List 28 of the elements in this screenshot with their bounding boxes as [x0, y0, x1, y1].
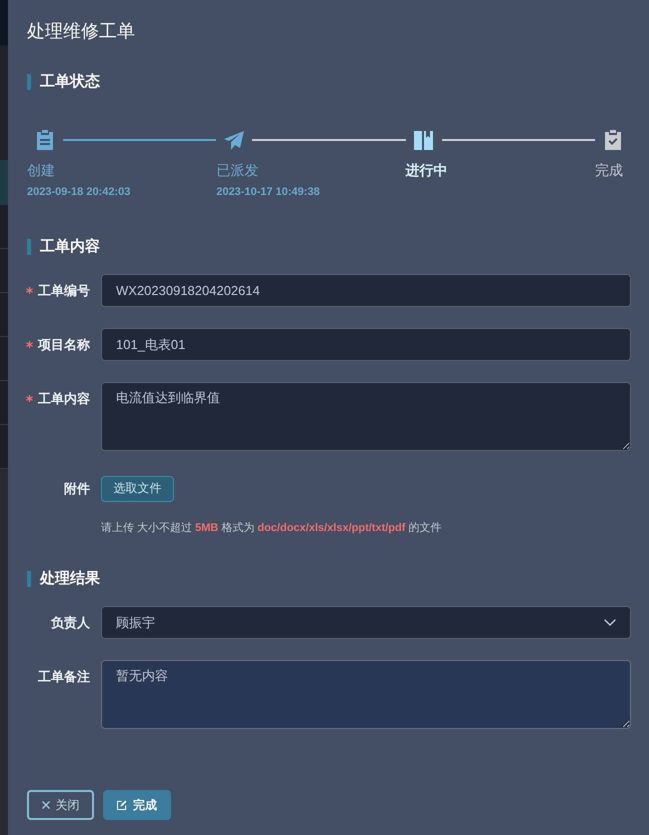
step-label: 进行中	[406, 161, 448, 180]
section-title: 工单内容	[27, 239, 100, 255]
field-label: 工单备注	[38, 668, 90, 684]
step-label: 创建	[27, 161, 55, 180]
field-label: 负责人	[51, 614, 90, 630]
textarea-field[interactable]: 电流值达到临界值	[101, 382, 631, 451]
field-label: 附件	[64, 480, 90, 496]
close-button[interactable]: 关闭	[27, 790, 94, 820]
select-field[interactable]: 顾振宇	[101, 606, 631, 639]
section-title: 处理结果	[27, 571, 100, 587]
chevron-down-icon	[604, 619, 616, 626]
step-time: 2023-09-18 20:42:03	[27, 185, 130, 200]
step-label: 完成	[594, 161, 623, 180]
section-title: 工单状态	[27, 74, 100, 90]
input-field[interactable]: WX20230918204202614	[101, 274, 631, 307]
field-label: 工单内容	[38, 390, 90, 406]
step-label: 已派发	[216, 161, 258, 180]
drawer-title: 处理维修工单	[27, 20, 135, 43]
edit-icon	[117, 800, 127, 810]
field-label: 工单编号	[38, 282, 90, 298]
complete-button[interactable]: 完成	[103, 790, 171, 820]
select-file-button[interactable]: 选取文件	[101, 476, 174, 502]
textarea-field[interactable]: 暂无内容	[101, 660, 631, 729]
field-label: 项目名称	[38, 336, 90, 352]
step-time: 2023-10-17 10:49:38	[216, 185, 320, 200]
close-icon	[42, 801, 50, 809]
upload-hint: 请上传 大小不超过 5MB 格式为 doc/docx/xls/xlsx/ppt/txt/pdf 的文件	[101, 520, 442, 536]
input-field[interactable]: 101_电表01	[101, 328, 631, 361]
